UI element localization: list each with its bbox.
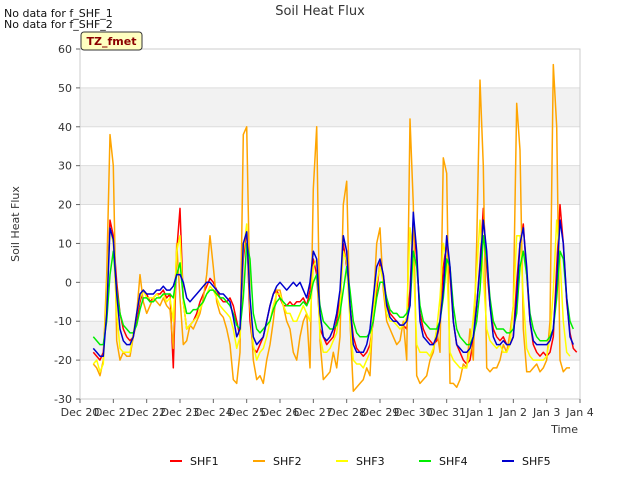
y-tick-label: 50 — [58, 82, 72, 95]
x-tick-label: Jan 3 — [532, 406, 560, 419]
y-tick-label: -20 — [54, 354, 72, 367]
x-tick-label: Jan 1 — [465, 406, 493, 419]
x-tick-label: Jan 2 — [499, 406, 527, 419]
x-tick-label: Jan 4 — [565, 406, 593, 419]
x-axis-title: Time — [550, 423, 578, 436]
grid-band — [80, 243, 580, 283]
station-badge-label: TZ_fmet — [87, 35, 137, 48]
x-tick-label: Dec 31 — [427, 406, 466, 419]
legend-label-shf2: SHF2 — [273, 455, 302, 468]
legend-label-shf3: SHF3 — [356, 455, 385, 468]
no-data-note-2: No data for f_SHF_2 — [4, 18, 113, 31]
y-tick-label: 30 — [58, 160, 72, 173]
y-axis-ticks: -30 -20 -10 0 10 20 30 40 50 60 — [54, 43, 80, 406]
y-tick-label: -30 — [54, 393, 72, 406]
x-axis-ticks: Dec 20Dec 21Dec 22Dec 23Dec 24Dec 25Dec … — [61, 399, 594, 419]
y-axis-title: Soil Heat Flux — [9, 186, 22, 262]
y-tick-label: 60 — [58, 43, 72, 56]
legend-label-shf5: SHF5 — [522, 455, 551, 468]
y-tick-label: 20 — [58, 199, 72, 212]
y-tick-label: 10 — [58, 237, 72, 250]
chart-title: Soil Heat Flux — [275, 4, 365, 19]
y-tick-label: -10 — [54, 315, 72, 328]
y-tick-label: 0 — [65, 276, 72, 289]
legend-label-shf4: SHF4 — [439, 455, 468, 468]
soil-heat-flux-chart: No data for f_SHF_1 No data for f_SHF_2 … — [4, 4, 594, 468]
station-badge: TZ_fmet — [80, 31, 143, 51]
legend: SHF1 SHF2 SHF3 SHF4 SHF5 — [170, 455, 551, 468]
y-tick-label: 40 — [58, 121, 72, 134]
legend-label-shf1: SHF1 — [190, 455, 219, 468]
grid-band — [80, 165, 580, 205]
grid-band — [80, 87, 580, 127]
